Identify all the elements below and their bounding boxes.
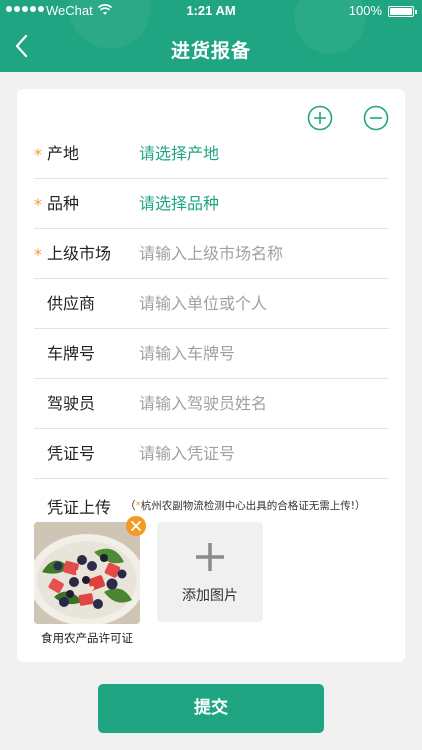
driver-input[interactable]: [139, 379, 384, 429]
supplier-label: 供应商: [47, 294, 96, 313]
required-mark: *: [34, 145, 42, 164]
plus-icon: [196, 543, 224, 571]
remove-circle-icon[interactable]: [363, 105, 389, 131]
driver-row: 驾驶员: [34, 379, 389, 429]
plate-number-label: 车牌号: [47, 344, 96, 363]
origin-row[interactable]: * 产地 请选择产地: [34, 129, 389, 179]
required-mark: *: [34, 245, 42, 264]
variety-row[interactable]: * 品种 请选择品种: [34, 179, 389, 229]
voucher-number-input[interactable]: [139, 429, 384, 479]
variety-label: 品种: [47, 194, 80, 213]
status-bar: WeChat 1:21 AM 100%: [0, 0, 422, 22]
plate-number-input[interactable]: [139, 329, 384, 379]
upstream-market-label: 上级市场: [47, 244, 112, 263]
report-form-card: * 产地 请选择产地 * 品种 请选择品种 * 上级市场 供应商 车牌号 驾驶员…: [17, 89, 405, 662]
required-mark: *: [34, 195, 42, 214]
origin-select[interactable]: 请选择产地: [139, 129, 384, 179]
battery-icon: [388, 6, 417, 17]
voucher-number-row: 凭证号: [34, 429, 389, 479]
upload-note: （*杭州农副物流检测中心出具的合格证无需上传!）: [125, 498, 365, 513]
battery-percent: 100%: [348, 3, 382, 18]
upstream-market-row: * 上级市场: [34, 229, 389, 279]
add-photo-label: 添加图片: [182, 588, 238, 604]
upstream-market-input[interactable]: [139, 229, 384, 279]
add-circle-icon[interactable]: [307, 105, 333, 131]
voucher-number-label: 凭证号: [47, 444, 96, 463]
upload-note-text: 杭州农副物流检测中心出具的合格证无需上传!）: [140, 500, 366, 512]
voucher-upload-label: 凭证上传: [47, 498, 112, 517]
add-photo-button[interactable]: 添加图片: [157, 522, 263, 622]
remove-photo-icon[interactable]: [126, 516, 146, 536]
supplier-input[interactable]: [139, 279, 384, 329]
photo-caption: 食用农产品许可证: [41, 631, 133, 645]
driver-label: 驾驶员: [47, 394, 96, 413]
uploaded-photo-thumbnail[interactable]: [34, 522, 140, 624]
plate-number-row: 车牌号: [34, 329, 389, 379]
salad-photo-image: [34, 522, 140, 624]
supplier-row: 供应商: [34, 279, 389, 329]
submit-button[interactable]: 提交: [98, 684, 324, 733]
variety-select[interactable]: 请选择品种: [139, 179, 384, 229]
upload-note-open: （: [125, 500, 136, 512]
origin-label: 产地: [47, 144, 80, 163]
nav-header: WeChat 1:21 AM 100% 进货报备: [0, 0, 422, 72]
page-title: 进货报备: [170, 40, 251, 62]
